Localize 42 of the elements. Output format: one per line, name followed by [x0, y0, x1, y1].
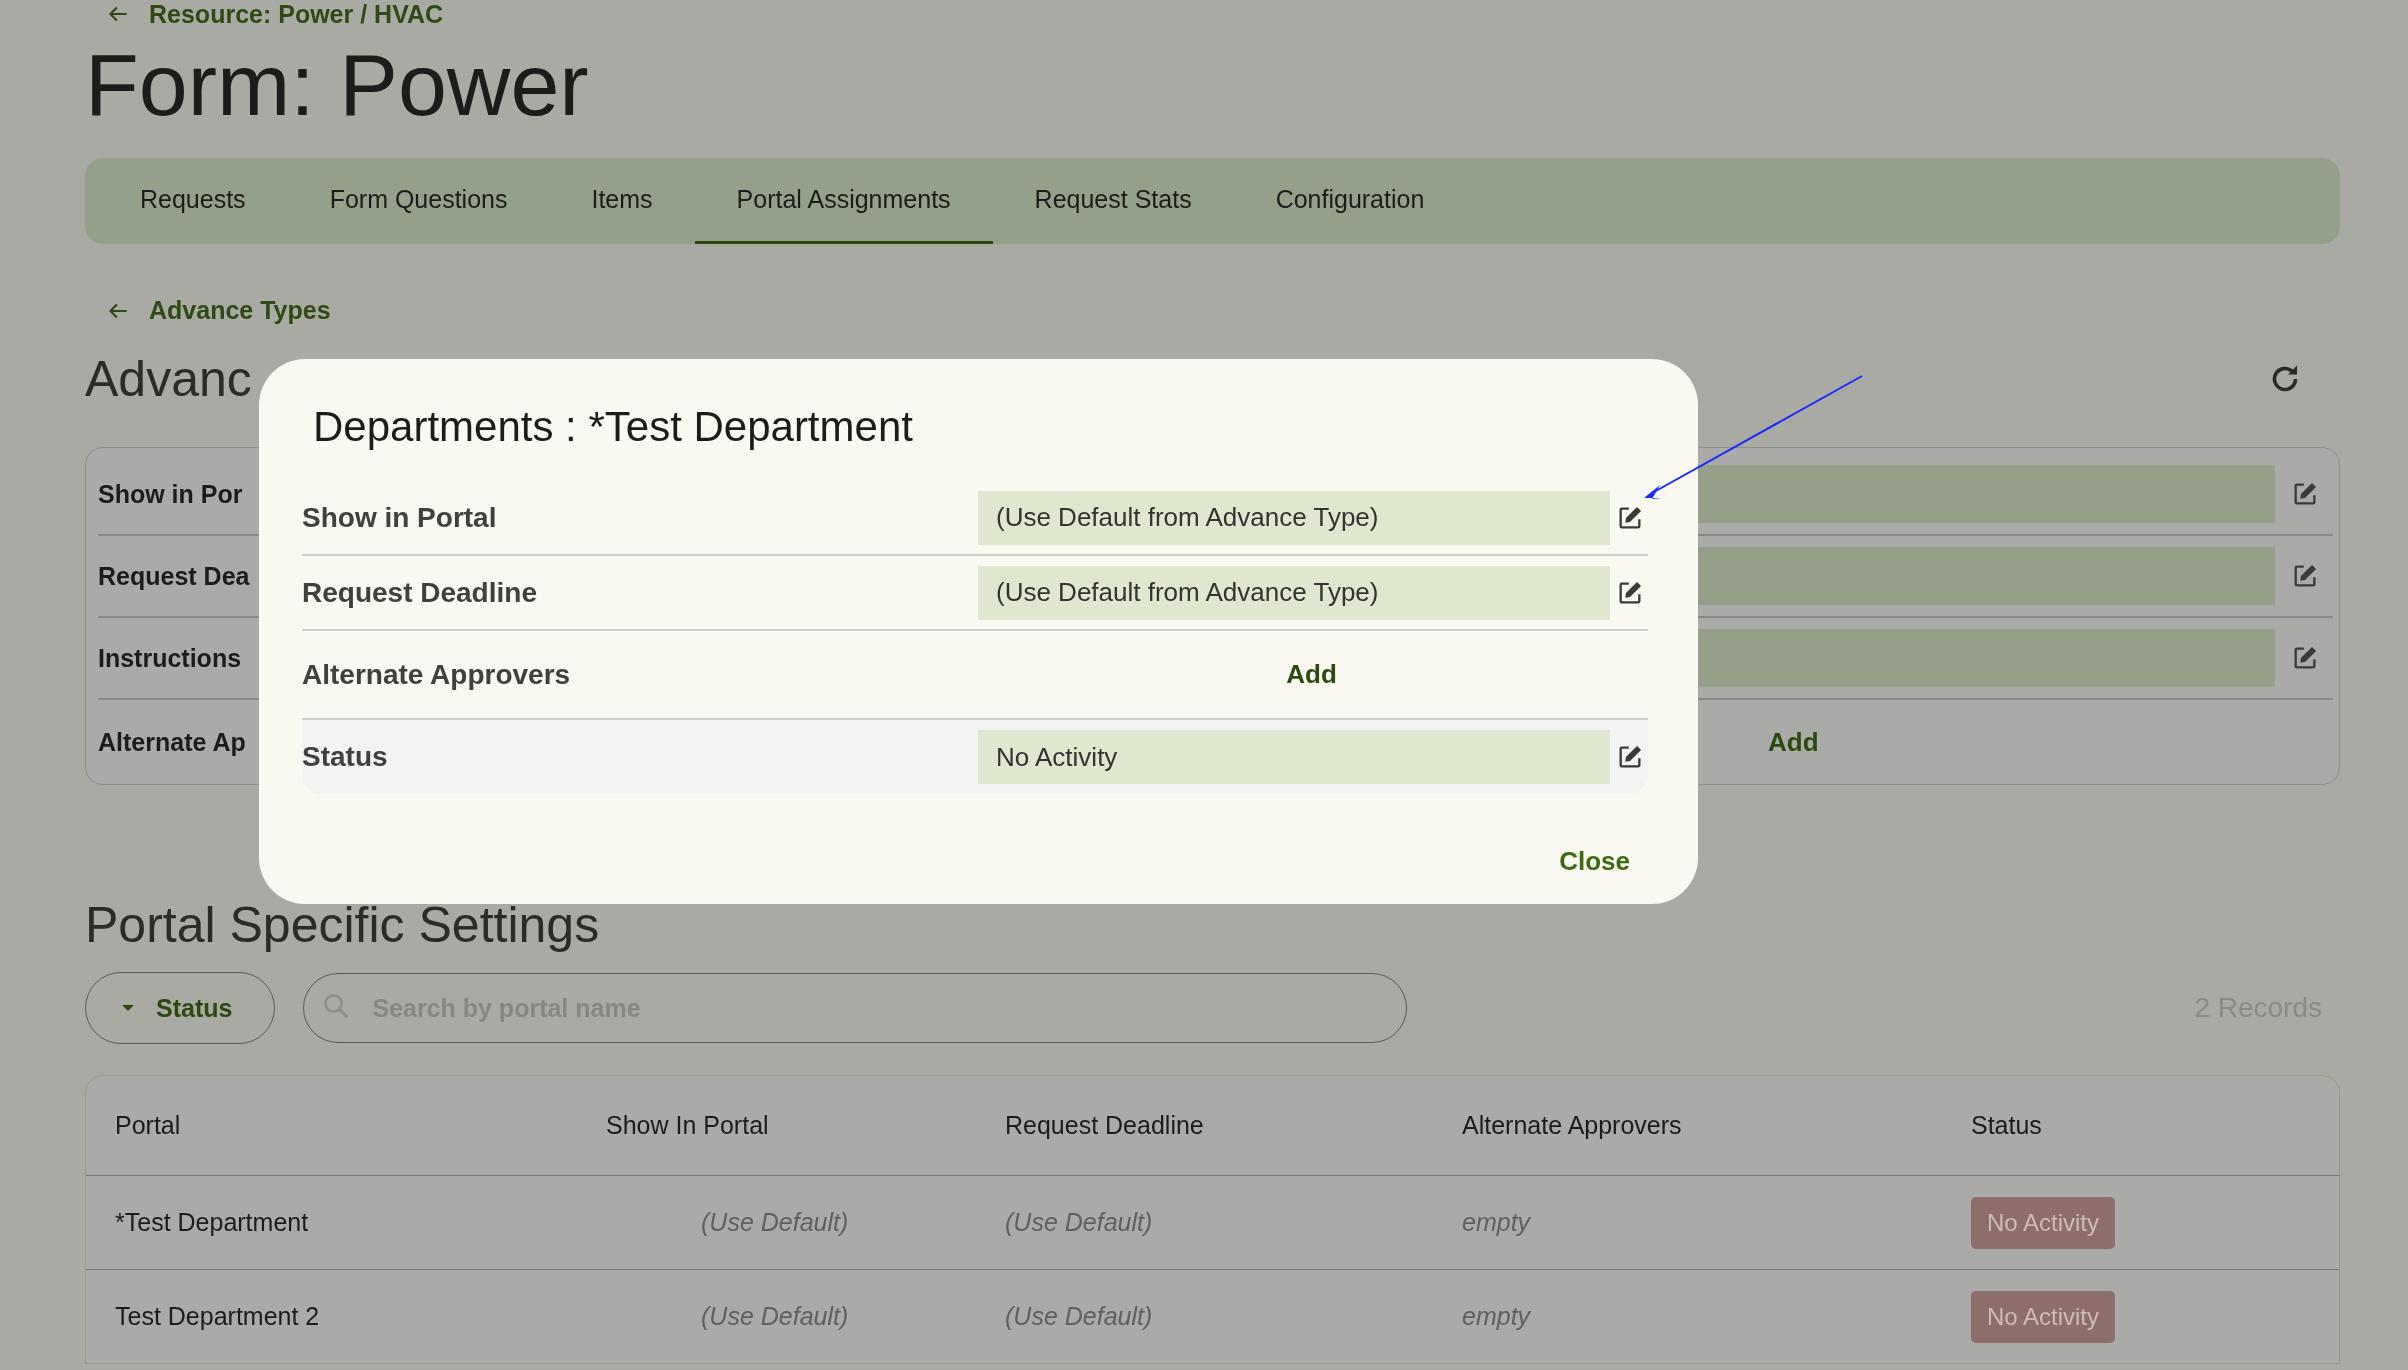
column-header: Portal — [115, 1111, 181, 1140]
column-header: Request Deadline — [1005, 1111, 1204, 1140]
table-cell: (Use Default) — [701, 1208, 849, 1237]
dialog-title: Departments : *Test Department — [313, 402, 914, 452]
table-cell: (Use Default) — [701, 1302, 849, 1331]
table-cell-text: *Test Department — [115, 1208, 310, 1237]
tab[interactable]: Form Questions — [287, 158, 550, 244]
close-button[interactable]: Close — [1541, 834, 1648, 889]
breadcrumb-link[interactable]: Resource: Power / HVAC — [105, 0, 444, 28]
tab[interactable]: Request Stats — [992, 158, 1234, 244]
tab[interactable]: Items — [549, 158, 695, 244]
value-field[interactable]: (Use Default from Advance Type) — [978, 490, 1610, 545]
field-label: Alternate Approvers — [302, 658, 572, 691]
column-header: Show In Portal — [606, 1111, 769, 1140]
table-cell-text: Test Department 2 — [115, 1302, 321, 1331]
add-link[interactable]: Add — [1768, 726, 1819, 757]
page-title: Form: Power — [85, 34, 590, 136]
setting-label: Instructions — [98, 643, 242, 673]
status-badge: No Activity — [1971, 1196, 2116, 1249]
section-title: Portal Specific Settings — [85, 896, 601, 955]
field-label: Show in Portal — [302, 501, 498, 534]
setting-label: Show in Por — [98, 479, 243, 509]
column-header: Status — [1971, 1111, 2042, 1140]
tab[interactable]: Configuration — [1233, 158, 1467, 244]
field-label: Status — [302, 741, 389, 773]
field-label: Request Deadline — [302, 576, 538, 609]
tab[interactable]: Requests — [98, 158, 288, 244]
status-badge: No Activity — [1971, 1290, 2116, 1343]
value-field[interactable]: (Use Default from Advance Type) — [978, 565, 1610, 620]
table-cell: (Use Default) — [1005, 1208, 1153, 1237]
table-cell: empty — [1462, 1208, 1531, 1237]
table-cell: (Use Default) — [1005, 1302, 1153, 1331]
caret-icon — [122, 1005, 134, 1011]
table-cell: empty — [1462, 1302, 1531, 1331]
tab[interactable]: Portal Assignments — [694, 158, 993, 244]
column-header: Alternate Approvers — [1462, 1111, 1682, 1140]
value-field[interactable]: No Activity — [978, 730, 1610, 784]
add-link[interactable]: Add — [1286, 659, 1337, 689]
setting-label: Request Dea — [98, 561, 250, 591]
back-link[interactable]: Advance Types — [105, 296, 331, 325]
section-title: Advanc — [85, 350, 252, 409]
setting-label: Alternate Ap — [98, 727, 246, 757]
